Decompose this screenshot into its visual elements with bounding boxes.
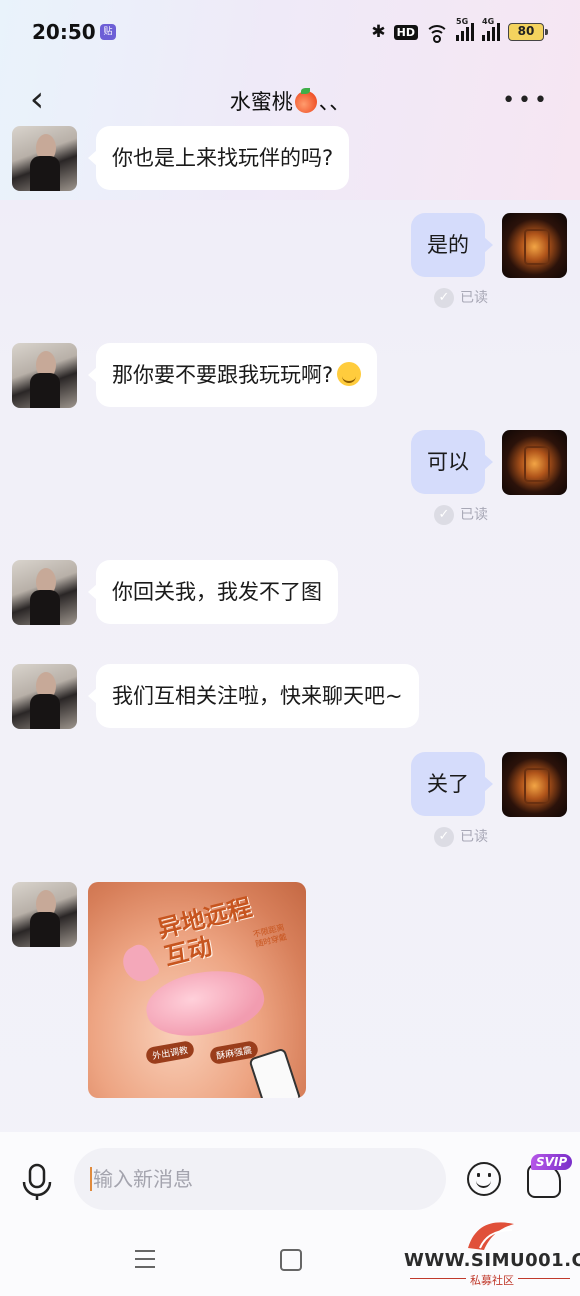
message-bubble-incoming[interactable]: 我们互相关注啦，快来聊天吧~ (88, 664, 419, 728)
image-headline: 异地远程 互动 (155, 893, 262, 971)
hd-voice-icon: HD (393, 24, 418, 40)
watermark-site: WWW.SIMU001.CN (404, 1250, 580, 1271)
read-label: 已读 (460, 829, 488, 845)
microphone-icon[interactable] (20, 1162, 54, 1202)
message-text: 可以 (427, 450, 469, 474)
image-message[interactable]: 异地远程 互动 不限距离 随时穿戴 外出调教 酥麻强震 (88, 882, 306, 1098)
read-label: 已读 (460, 507, 488, 523)
message-bubble-incoming[interactable]: 那你要不要跟我玩玩啊? (87, 343, 378, 407)
home-icon[interactable] (280, 1249, 302, 1271)
chat-title: 水蜜桃 、、 (0, 86, 580, 116)
message-text: 你也是上来找玩伴的吗? (112, 146, 334, 170)
read-label: 已读 (460, 290, 488, 306)
wifi-icon (425, 23, 449, 43)
contact-avatar[interactable] (12, 560, 77, 625)
svip-badge: SVIP (531, 1154, 573, 1170)
my-avatar[interactable] (502, 430, 567, 495)
text-caret (90, 1167, 92, 1191)
image-tag: 外出调教 (144, 1039, 196, 1066)
watermark-name: 私募社区 (466, 1272, 518, 1288)
battery-icon: 80 (508, 23, 548, 41)
image-subtitle: 不限距离 随时穿戴 (252, 922, 288, 949)
chat-header: ‹ 水蜜桃、、 ••• (0, 72, 580, 132)
check-icon: ✓ (434, 827, 454, 847)
message-text: 是的 (427, 233, 469, 257)
status-icons: ✱ HD 5G 4G 80 (371, 17, 548, 43)
message-text: 关了 (427, 772, 469, 796)
read-receipt: ✓ 已读 (434, 826, 488, 848)
my-avatar[interactable] (502, 213, 567, 278)
contact-name-suffix: 、、 (318, 90, 351, 114)
message-input-bar: 输入新消息 SVIP (0, 1132, 580, 1232)
emoji-icon[interactable] (467, 1162, 501, 1196)
status-bar: 20:50 贴 ✱ HD 5G 4G 80 (0, 0, 580, 66)
input-placeholder: 输入新消息 (93, 1167, 193, 1191)
message-bubble-incoming[interactable]: 你回关我，我发不了图 (88, 560, 338, 624)
message-text: 我们互相关注啦，快来聊天吧~ (112, 684, 403, 708)
notification-app-icon: 贴 (100, 24, 116, 40)
contact-avatar[interactable] (12, 343, 77, 408)
message-bubble-outgoing[interactable]: 可以 (411, 430, 493, 494)
contact-avatar[interactable] (12, 882, 77, 947)
phone-illustration (248, 1047, 302, 1098)
message-input[interactable]: 输入新消息 (74, 1148, 446, 1210)
smiling-emoji-icon (337, 362, 362, 386)
product-illustration (140, 960, 270, 1046)
message-bubble-outgoing[interactable]: 是的 (411, 213, 493, 277)
message-text: 你回关我，我发不了图 (112, 580, 322, 604)
message-text: 那你要不要跟我玩玩啊? (112, 363, 334, 387)
check-icon: ✓ (434, 505, 454, 525)
contact-avatar[interactable] (12, 126, 77, 191)
message-bubble-outgoing[interactable]: 关了 (411, 752, 493, 816)
system-navigation-bar: WWW.SIMU001.CN 私募社区 (0, 1222, 580, 1296)
product-illustration-tail (117, 940, 161, 988)
peach-emoji-icon (294, 88, 317, 113)
signal-4g-icon: 4G (482, 17, 500, 41)
message-bubble-incoming[interactable]: 你也是上来找玩伴的吗? (87, 126, 350, 190)
more-options-icon[interactable]: ••• (502, 88, 550, 113)
bluetooth-icon: ✱ (371, 22, 386, 42)
contact-name: 水蜜桃 (229, 90, 293, 114)
watermark-logo-icon (468, 1222, 514, 1250)
status-time: 20:50 (32, 20, 96, 44)
recent-apps-icon[interactable] (135, 1250, 155, 1268)
signal-5g-icon: 5G (456, 17, 474, 41)
check-icon: ✓ (434, 288, 454, 308)
read-receipt: ✓ 已读 (434, 287, 488, 309)
contact-avatar[interactable] (12, 664, 77, 729)
my-avatar[interactable] (502, 752, 567, 817)
read-receipt: ✓ 已读 (434, 504, 488, 526)
